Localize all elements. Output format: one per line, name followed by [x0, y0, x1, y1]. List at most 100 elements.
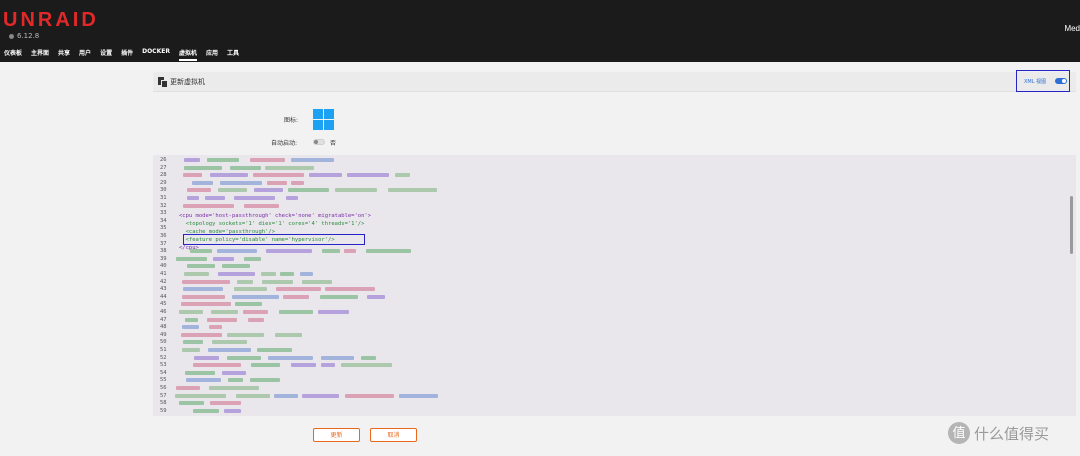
nav-item-9[interactable]: 工具 — [227, 48, 239, 61]
line-number: 57 — [160, 392, 167, 399]
line-number-gutter: 26 27 28 29 30 31 32 33 34 35 36 37 38 39 40 41 42 43 44 45… — [153, 155, 169, 416]
obscured-code-block — [220, 180, 262, 185]
obscured-code-block — [205, 196, 225, 200]
obscured-code-block — [183, 287, 223, 292]
obscured-code-block — [218, 188, 247, 193]
nav-item-6[interactable]: DOCKER — [142, 48, 170, 61]
obscured-code-block — [208, 348, 251, 352]
line-number: 32 — [160, 202, 167, 209]
obscured-code-block — [321, 363, 335, 368]
obscured-code-block — [399, 393, 438, 398]
code-line-33: <cpu mode='host-passthrough' check='none… — [179, 213, 372, 219]
code-line-34: <topology sockets='1' dies='1' cores='4'… — [179, 221, 365, 227]
xml-editor[interactable]: 26 27 28 29 30 31 32 33 34 35 36 37 38 39 40 41 42 43 44 45… — [153, 155, 1076, 416]
obscured-code-block — [227, 332, 264, 337]
obscured-code-block — [388, 188, 437, 193]
line-number: 48 — [160, 324, 167, 331]
xml-view-label: XML 视图 — [1024, 79, 1047, 85]
obscured-code-block — [184, 165, 222, 170]
line-number: 30 — [160, 187, 167, 194]
xml-view-toggle-group: XML 视图 — [1016, 70, 1070, 92]
windows-pane-br — [324, 120, 334, 130]
obscured-code-block — [345, 393, 394, 398]
obscured-code-block — [185, 370, 215, 375]
line-number: 46 — [160, 309, 167, 315]
obscured-code-block — [184, 272, 209, 276]
autostart-label: 自动启动: — [271, 140, 298, 147]
obscured-code-block — [261, 272, 276, 276]
line-number: 50 — [160, 339, 167, 346]
line-number: 51 — [160, 347, 167, 353]
xml-view-switch[interactable] — [1055, 78, 1067, 84]
nav-item-2[interactable]: 共享 — [58, 48, 70, 61]
obscured-code-block — [182, 325, 199, 330]
nav-item-1[interactable]: 主界面 — [31, 48, 49, 61]
obscured-code-block — [185, 317, 198, 322]
highlighted-feature-line — [183, 234, 365, 245]
nav-item-7[interactable]: 虚拟机 — [178, 48, 197, 61]
nav-item-5[interactable]: 插件 — [121, 48, 133, 61]
obscured-code-block — [187, 188, 211, 193]
line-number: 28 — [160, 172, 167, 179]
editor-scrollbar[interactable] — [1070, 196, 1073, 254]
obscured-code-block — [320, 294, 358, 299]
obscured-code-block — [209, 325, 222, 330]
version-label: 6.12.8 — [9, 32, 39, 40]
obscured-code-block — [267, 180, 287, 185]
nav-item-8[interactable]: 应用 — [206, 48, 218, 61]
obscured-code-block — [182, 294, 225, 299]
obscured-code-block — [228, 378, 243, 383]
obscured-code-block — [235, 302, 262, 307]
nav-item-0[interactable]: 仪表板 — [4, 48, 22, 61]
obscured-code-block — [347, 173, 389, 178]
nav-item-3[interactable]: 用户 — [79, 48, 91, 61]
page-title-bar: 更新虚拟机 — [153, 72, 1076, 92]
line-number: 56 — [160, 385, 167, 391]
vm-edit-icon — [158, 77, 168, 88]
main-nav: 仪表板 主界面 共享 用户 设置 插件 DOCKER 虚拟机 应用 工具 — [4, 48, 239, 61]
line-number: 27 — [160, 164, 167, 171]
obscured-code-block — [309, 173, 342, 178]
line-number: 58 — [160, 400, 167, 407]
obscured-code-block — [395, 173, 410, 178]
windows-logo-icon[interactable] — [313, 109, 334, 130]
line-number: 41 — [160, 271, 167, 277]
obscured-code-block — [266, 249, 312, 254]
watermark-logo-icon: 值 — [948, 422, 970, 444]
obscured-code-block — [250, 378, 280, 383]
cancel-button[interactable]: 取消 — [370, 428, 417, 442]
obscured-code-block — [302, 279, 332, 284]
obscured-code-block — [288, 188, 329, 193]
obscured-code-block — [318, 310, 349, 314]
unraid-logo[interactable]: UNRAID — [3, 9, 99, 32]
line-number: 31 — [160, 195, 167, 201]
obscured-code-block — [361, 355, 376, 360]
autostart-value: 否 — [330, 140, 337, 147]
obscured-code-block — [192, 180, 213, 185]
autostart-switch[interactable] — [313, 139, 325, 145]
obscured-code-block — [182, 279, 230, 284]
update-button[interactable]: 更新 — [313, 428, 360, 442]
obscured-code-block — [325, 287, 375, 292]
nav-item-4[interactable]: 设置 — [100, 48, 112, 61]
line-number: 33 — [160, 210, 167, 217]
line-number: 39 — [160, 255, 167, 262]
obscured-code-block — [286, 196, 298, 200]
line-number: 53 — [160, 362, 167, 369]
obscured-code-block — [257, 348, 292, 352]
line-number: 34 — [160, 217, 167, 224]
icon-field-label: 图标: — [284, 117, 299, 124]
line-number: 45 — [160, 301, 167, 308]
obscured-code-block — [194, 355, 219, 360]
server-name[interactable]: Med — [1064, 24, 1080, 33]
windows-pane-tl — [313, 109, 323, 119]
obscured-code-block — [253, 173, 304, 178]
line-number: 38 — [160, 248, 167, 255]
obscured-code-block — [244, 256, 261, 261]
obscured-code-block — [187, 196, 199, 200]
obscured-code-block — [275, 332, 302, 337]
obscured-code-block — [248, 317, 264, 322]
obscured-code-block — [283, 294, 309, 299]
obscured-code-block — [344, 249, 356, 254]
obscured-code-block — [210, 401, 241, 406]
